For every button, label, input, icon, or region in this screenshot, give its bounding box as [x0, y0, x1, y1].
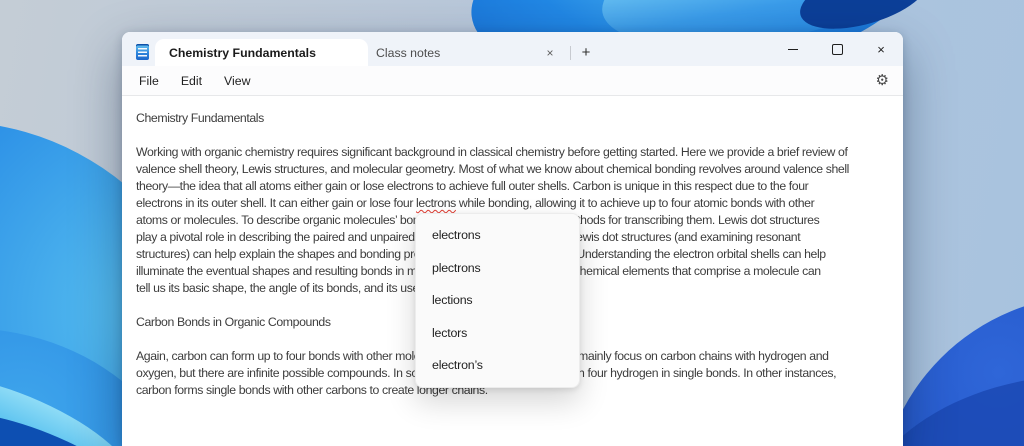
paragraph-line-with-misspelling: electrons in its outer shell. It can eit…: [136, 195, 903, 212]
window-controls: ×: [771, 32, 903, 66]
settings-gear-icon[interactable]: ⚙: [876, 73, 889, 88]
suggestion-electrons-apostrophe[interactable]: electron’s: [416, 349, 579, 382]
tab-divider: [570, 46, 571, 60]
suggestion-electrons[interactable]: electrons: [416, 219, 579, 252]
minimize-icon: [788, 49, 798, 50]
title-bar[interactable]: Chemistry Fundamentals Class notes × + ×: [122, 32, 903, 66]
misspell-prefix: electrons in its outer shell. It can eit…: [136, 196, 416, 210]
maximize-button[interactable]: [815, 32, 859, 66]
paragraph-line: theory—the idea that all atoms either ga…: [136, 178, 903, 195]
blank-line: [136, 127, 903, 144]
paragraph-line: valence shell theory, Lewis structures, …: [136, 161, 903, 178]
menu-edit[interactable]: Edit: [170, 74, 213, 88]
new-tab-button[interactable]: +: [573, 39, 599, 66]
notepad-app-icon: [136, 44, 149, 60]
tab-chemistry-fundamentals[interactable]: Chemistry Fundamentals: [155, 39, 368, 66]
suggestion-lectors[interactable]: lectors: [416, 317, 579, 350]
notepad-icon-lines: [138, 48, 147, 57]
menu-view[interactable]: View: [213, 74, 261, 88]
spellcheck-suggestions-menu: electrons plectrons lections lectors ele…: [415, 213, 580, 388]
paragraph-line: Working with organic chemistry requires …: [136, 144, 903, 161]
tab-label: Chemistry Fundamentals: [169, 46, 316, 60]
minimize-button[interactable]: [771, 32, 815, 66]
close-button[interactable]: ×: [859, 32, 903, 66]
tab-close-icon[interactable]: ×: [540, 46, 560, 60]
menu-file[interactable]: File: [136, 74, 170, 88]
menu-bar: File Edit View ⚙: [122, 66, 903, 96]
misspelled-word[interactable]: lectrons: [416, 196, 456, 210]
maximize-icon: [832, 44, 843, 55]
doc-title-line: Chemistry Fundamentals: [136, 110, 903, 127]
suggestion-lections[interactable]: lections: [416, 284, 579, 317]
tab-class-notes[interactable]: Class notes ×: [368, 39, 568, 66]
tab-label: Class notes: [376, 46, 540, 60]
screenshot-stage: Chemistry Fundamentals Class notes × + ×: [0, 0, 1024, 446]
misspell-suffix: while bonding, allowing it to achieve up…: [456, 196, 814, 210]
suggestion-plectrons[interactable]: plectrons: [416, 252, 579, 285]
